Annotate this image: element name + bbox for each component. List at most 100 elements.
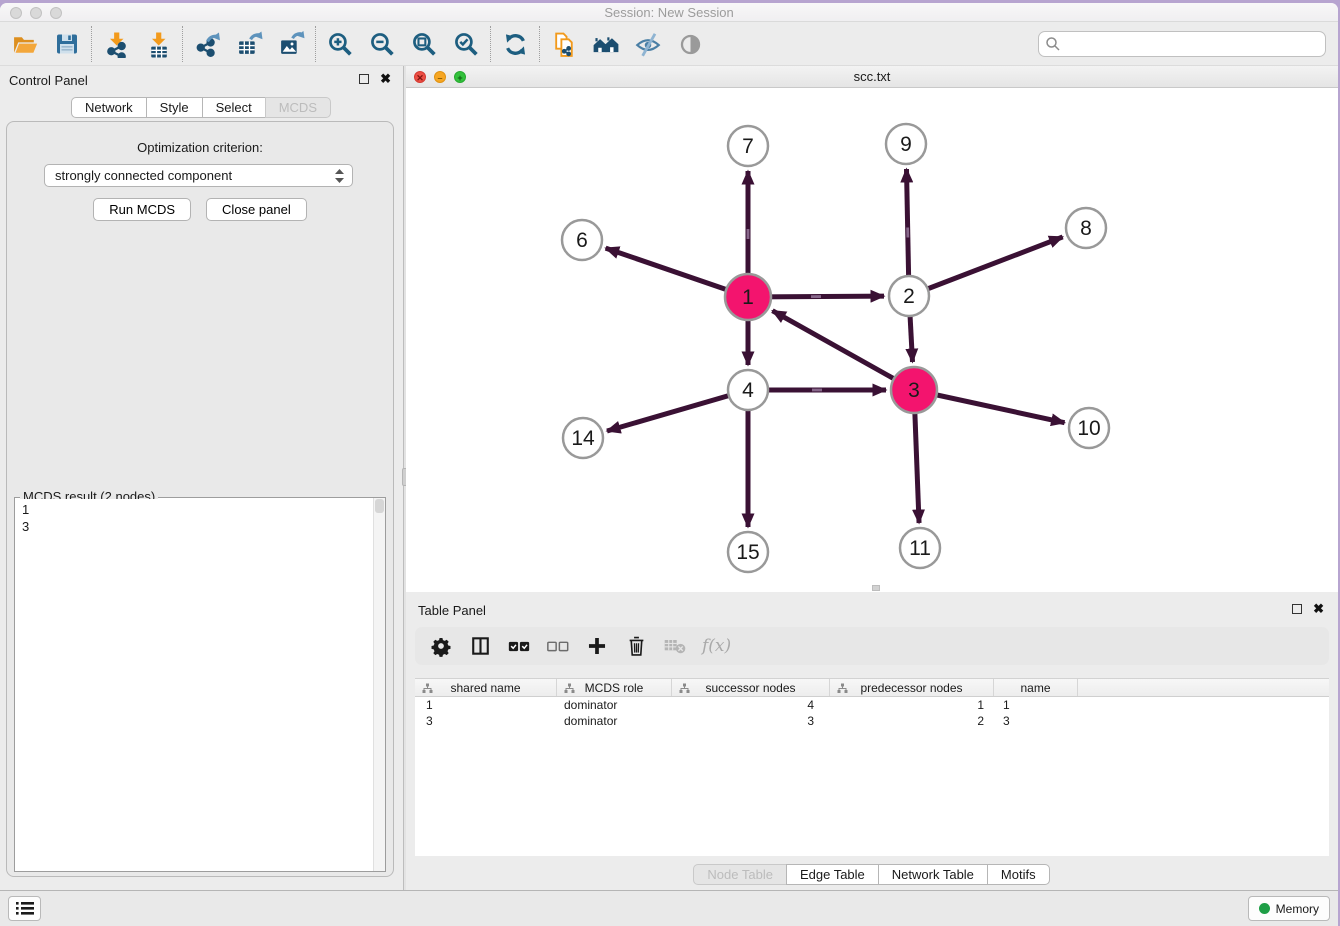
graph-node-3[interactable]: 3 xyxy=(891,367,937,413)
cell-name[interactable]: 1 xyxy=(994,697,1078,713)
graph-node-4[interactable]: 4 xyxy=(728,370,768,410)
graph-node-10[interactable]: 10 xyxy=(1069,408,1109,448)
show-column-panel-button[interactable] xyxy=(468,633,492,659)
column-label: predecessor nodes xyxy=(860,681,962,695)
folder-open-icon xyxy=(12,31,39,58)
save-icon xyxy=(54,31,80,57)
cell-successor-nodes[interactable]: 3 xyxy=(672,713,830,729)
gear-icon xyxy=(430,635,452,657)
task-history-button[interactable] xyxy=(8,896,41,921)
tab-network[interactable]: Network xyxy=(71,97,147,118)
export-image-button[interactable] xyxy=(270,26,312,62)
tab-node-table[interactable]: Node Table xyxy=(693,864,787,885)
memory-button[interactable]: Memory xyxy=(1248,896,1330,921)
column-header-predecessor-nodes[interactable]: predecessor nodes xyxy=(830,679,994,696)
zoom-fit-button[interactable] xyxy=(403,26,445,62)
network-canvas[interactable]: 7 9 6 8 1 2 4 3 14 10 15 11 xyxy=(406,88,1338,592)
tab-select[interactable]: Select xyxy=(202,97,266,118)
canvas-grip[interactable] xyxy=(872,585,880,591)
select-stepper-icon xyxy=(335,169,344,183)
close-panel-icon[interactable]: ✖ xyxy=(380,74,391,84)
close-panel-button[interactable]: Close panel xyxy=(206,198,307,221)
table-settings-button[interactable] xyxy=(429,633,453,659)
column-header-shared-name[interactable]: shared name xyxy=(415,679,557,696)
import-network-button[interactable] xyxy=(95,26,137,62)
cell-mcds-role[interactable]: dominator xyxy=(557,713,672,729)
cell-name[interactable]: 3 xyxy=(994,713,1078,729)
table-row[interactable]: 1 dominator 4 1 1 xyxy=(415,697,1329,713)
minimize-network-icon[interactable]: – xyxy=(434,71,446,83)
cell-predecessor-nodes[interactable]: 2 xyxy=(830,713,994,729)
zoom-window-icon[interactable] xyxy=(50,7,62,19)
svg-text:8: 8 xyxy=(1080,217,1092,240)
result-scrollbar[interactable] xyxy=(373,498,385,871)
control-panel-controls: ✖ xyxy=(359,74,391,84)
close-network-icon[interactable]: ✕ xyxy=(414,71,426,83)
zoom-out-button[interactable] xyxy=(361,26,403,62)
tab-network-table[interactable]: Network Table xyxy=(878,864,988,885)
hide-graphics-details-button[interactable] xyxy=(627,26,669,62)
delete-column-button[interactable] xyxy=(624,633,648,659)
plus-icon xyxy=(586,635,608,657)
tab-mcds[interactable]: MCDS xyxy=(265,97,331,118)
home-networks-button[interactable] xyxy=(585,26,627,62)
add-column-button[interactable] xyxy=(585,633,609,659)
run-mcds-button[interactable]: Run MCDS xyxy=(93,198,191,221)
svg-text:15: 15 xyxy=(736,541,759,564)
graph-node-8[interactable]: 8 xyxy=(1066,208,1106,248)
float-table-panel-icon[interactable] xyxy=(1292,604,1302,614)
tree-column-icon xyxy=(422,683,433,694)
tab-motifs[interactable]: Motifs xyxy=(987,864,1050,885)
graph-node-15[interactable]: 15 xyxy=(728,532,768,572)
criterion-select[interactable]: strongly connected component xyxy=(44,164,353,187)
refresh-layout-button[interactable] xyxy=(494,26,536,62)
cell-mcds-role[interactable]: dominator xyxy=(557,697,672,713)
export-table-button[interactable] xyxy=(228,26,270,62)
scrollbar-thumb[interactable] xyxy=(375,499,384,513)
search-field[interactable] xyxy=(1038,31,1326,57)
graph-edge-4-14[interactable] xyxy=(607,390,748,431)
table-row[interactable]: 3 dominator 3 2 3 xyxy=(415,713,1329,729)
column-header-mcds-role[interactable]: MCDS role xyxy=(557,679,672,696)
graph-node-11[interactable]: 11 xyxy=(900,528,940,568)
cell-predecessor-nodes[interactable]: 1 xyxy=(830,697,994,713)
zoom-in-button[interactable] xyxy=(319,26,361,62)
table-panel-controls: ✖ xyxy=(1292,604,1324,614)
graph-node-1[interactable]: 1 xyxy=(725,274,771,320)
column-header-successor-nodes[interactable]: successor nodes xyxy=(672,679,830,696)
zoom-selected-button[interactable] xyxy=(445,26,487,62)
cell-shared-name[interactable]: 1 xyxy=(415,697,557,713)
minimize-window-icon[interactable] xyxy=(30,7,42,19)
mcds-result-text[interactable]: 1 3 xyxy=(16,499,372,870)
export-network-button[interactable] xyxy=(186,26,228,62)
tab-style[interactable]: Style xyxy=(146,97,203,118)
main-area: Control Panel ✖ Network Style Select MCD… xyxy=(0,66,1338,890)
open-session-button[interactable] xyxy=(4,26,46,62)
close-table-panel-icon[interactable]: ✖ xyxy=(1313,604,1324,614)
graph-node-9[interactable]: 9 xyxy=(886,124,926,164)
cell-shared-name[interactable]: 3 xyxy=(415,713,557,729)
close-window-icon[interactable] xyxy=(10,7,22,19)
import-table-button[interactable] xyxy=(137,26,179,62)
graph-edge-3-1[interactable] xyxy=(772,311,914,390)
graph-node-2[interactable]: 2 xyxy=(889,276,929,316)
birds-eye-view-button[interactable] xyxy=(669,26,711,62)
tab-edge-table[interactable]: Edge Table xyxy=(786,864,879,885)
clear-selection-button[interactable] xyxy=(546,633,570,659)
float-panel-icon[interactable] xyxy=(359,74,369,84)
graph-node-14[interactable]: 14 xyxy=(563,418,603,458)
table-header-row: shared name MCDS role successor nodes pr… xyxy=(415,678,1329,697)
graph-node-7[interactable]: 7 xyxy=(728,126,768,166)
duplicate-network-button[interactable] xyxy=(543,26,585,62)
cell-successor-nodes[interactable]: 4 xyxy=(672,697,830,713)
zoom-network-icon[interactable]: + xyxy=(454,71,466,83)
select-all-rows-button[interactable] xyxy=(507,633,531,659)
column-header-name[interactable]: name xyxy=(994,679,1078,696)
toolbar-separator xyxy=(315,26,316,62)
graph-node-6[interactable]: 6 xyxy=(562,220,602,260)
graph-edge-2-8[interactable] xyxy=(909,237,1063,296)
app-title: Session: New Session xyxy=(0,3,1338,22)
save-session-button[interactable] xyxy=(46,26,88,62)
import-network-icon xyxy=(103,31,130,58)
search-input[interactable] xyxy=(1065,34,1325,54)
